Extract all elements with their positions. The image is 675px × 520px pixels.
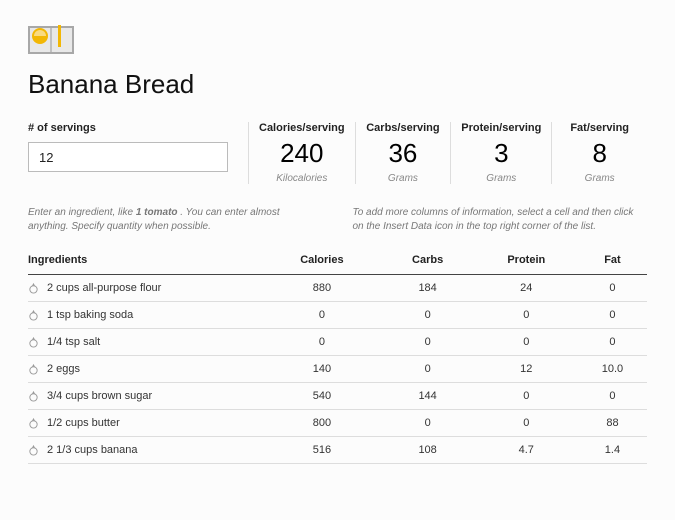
servings-block: # of servings	[28, 122, 248, 172]
cell-ingredient: 3/4 cups brown sugar	[28, 383, 263, 410]
cell-carbs: 144	[385, 383, 475, 410]
cell-fat: 0	[582, 275, 647, 302]
hint-text: Enter an ingredient, like	[28, 207, 136, 218]
cell-calories: 800	[263, 410, 384, 437]
table-row[interactable]: 3/4 cups brown sugar54014400	[28, 383, 647, 410]
cell-fat: 88	[582, 410, 647, 437]
hint-left: Enter an ingredient, like 1 tomato . You…	[28, 206, 323, 234]
cell-protein: 12	[475, 356, 582, 383]
stat-label: Fat/serving	[562, 122, 637, 134]
table-row[interactable]: 1/2 cups butter8000088	[28, 410, 647, 437]
table-header-row: Ingredients Calories Carbs Protein Fat	[28, 246, 647, 275]
servings-input[interactable]	[28, 142, 228, 172]
cell-carbs: 184	[385, 275, 475, 302]
cell-ingredient: 1/2 cups butter	[28, 410, 263, 437]
ingredient-name: 2 cups all-purpose flour	[47, 282, 161, 294]
cell-carbs: 0	[385, 410, 475, 437]
stat-label: Protein/serving	[461, 122, 541, 134]
stat-unit: Grams	[366, 173, 441, 184]
stat-unit: Grams	[461, 173, 541, 184]
hint-right: To add more columns of information, sele…	[353, 206, 648, 234]
stat-value: 3	[461, 138, 541, 169]
cell-ingredient: 1/4 tsp salt	[28, 329, 263, 356]
ingredient-name: 3/4 cups brown sugar	[47, 390, 152, 402]
cell-protein: 0	[475, 410, 582, 437]
cell-fat: 1.4	[582, 437, 647, 464]
col-fat: Fat	[582, 246, 647, 275]
stat-value: 8	[562, 138, 637, 169]
ingredient-name: 2 eggs	[47, 363, 80, 375]
cell-carbs: 108	[385, 437, 475, 464]
ingredient-name: 1/2 cups butter	[47, 417, 120, 429]
cell-ingredient: 1 tsp baking soda	[28, 302, 263, 329]
stat-value: 36	[366, 138, 441, 169]
food-item-icon	[28, 337, 39, 348]
cell-calories: 516	[263, 437, 384, 464]
cell-fat: 10.0	[582, 356, 647, 383]
cell-ingredient: 2 cups all-purpose flour	[28, 275, 263, 302]
stats-row: # of servings Calories/serving 240 Kiloc…	[28, 122, 647, 184]
table-row[interactable]: 1 tsp baking soda0000	[28, 302, 647, 329]
food-item-icon	[28, 310, 39, 321]
page-title: Banana Bread	[28, 69, 647, 100]
table-row[interactable]: 1/4 tsp salt0000	[28, 329, 647, 356]
food-item-icon	[28, 364, 39, 375]
col-carbs: Carbs	[385, 246, 475, 275]
table-row[interactable]: 2 eggs 14001210.0	[28, 356, 647, 383]
ingredient-name: 1 tsp baking soda	[47, 309, 133, 321]
ingredient-name: 1/4 tsp salt	[47, 336, 100, 348]
stat-unit: Grams	[562, 173, 637, 184]
cell-calories: 0	[263, 302, 384, 329]
stat-value: 240	[259, 138, 345, 169]
cell-calories: 880	[263, 275, 384, 302]
ingredients-table: Ingredients Calories Carbs Protein Fat 2…	[28, 246, 647, 464]
cell-calories: 140	[263, 356, 384, 383]
stat-label: Calories/serving	[259, 122, 345, 134]
cell-ingredient: 2 eggs	[28, 356, 263, 383]
servings-label: # of servings	[28, 122, 228, 134]
food-item-icon	[28, 283, 39, 294]
cell-protein: 0	[475, 383, 582, 410]
cell-carbs: 0	[385, 356, 475, 383]
stat-unit: Kilocalories	[259, 173, 345, 184]
col-ingredients: Ingredients	[28, 246, 263, 275]
stat-carbs: Carbs/serving 36 Grams	[355, 122, 451, 184]
cell-ingredient: 2 1/3 cups banana	[28, 437, 263, 464]
cell-carbs: 0	[385, 302, 475, 329]
col-protein: Protein	[475, 246, 582, 275]
table-row[interactable]: 2 cups all-purpose flour 880184240	[28, 275, 647, 302]
food-item-icon	[28, 418, 39, 429]
ingredient-name: 2 1/3 cups banana	[47, 444, 138, 456]
col-calories: Calories	[263, 246, 384, 275]
cell-fat: 0	[582, 329, 647, 356]
hint-bold: 1 tomato	[136, 207, 178, 218]
food-item-icon	[28, 445, 39, 456]
stat-protein: Protein/serving 3 Grams	[450, 122, 551, 184]
cell-protein: 0	[475, 302, 582, 329]
stat-calories: Calories/serving 240 Kilocalories	[248, 122, 355, 184]
cell-fat: 0	[582, 383, 647, 410]
hints-row: Enter an ingredient, like 1 tomato . You…	[28, 206, 647, 234]
table-row[interactable]: 2 1/3 cups banana 5161084.71.4	[28, 437, 647, 464]
cell-calories: 540	[263, 383, 384, 410]
recipe-book-icon	[28, 20, 74, 54]
cell-protein: 0	[475, 329, 582, 356]
food-item-icon	[28, 391, 39, 402]
cell-fat: 0	[582, 302, 647, 329]
cell-carbs: 0	[385, 329, 475, 356]
stat-fat: Fat/serving 8 Grams	[551, 122, 647, 184]
stat-label: Carbs/serving	[366, 122, 441, 134]
cell-protein: 24	[475, 275, 582, 302]
cell-calories: 0	[263, 329, 384, 356]
cell-protein: 4.7	[475, 437, 582, 464]
